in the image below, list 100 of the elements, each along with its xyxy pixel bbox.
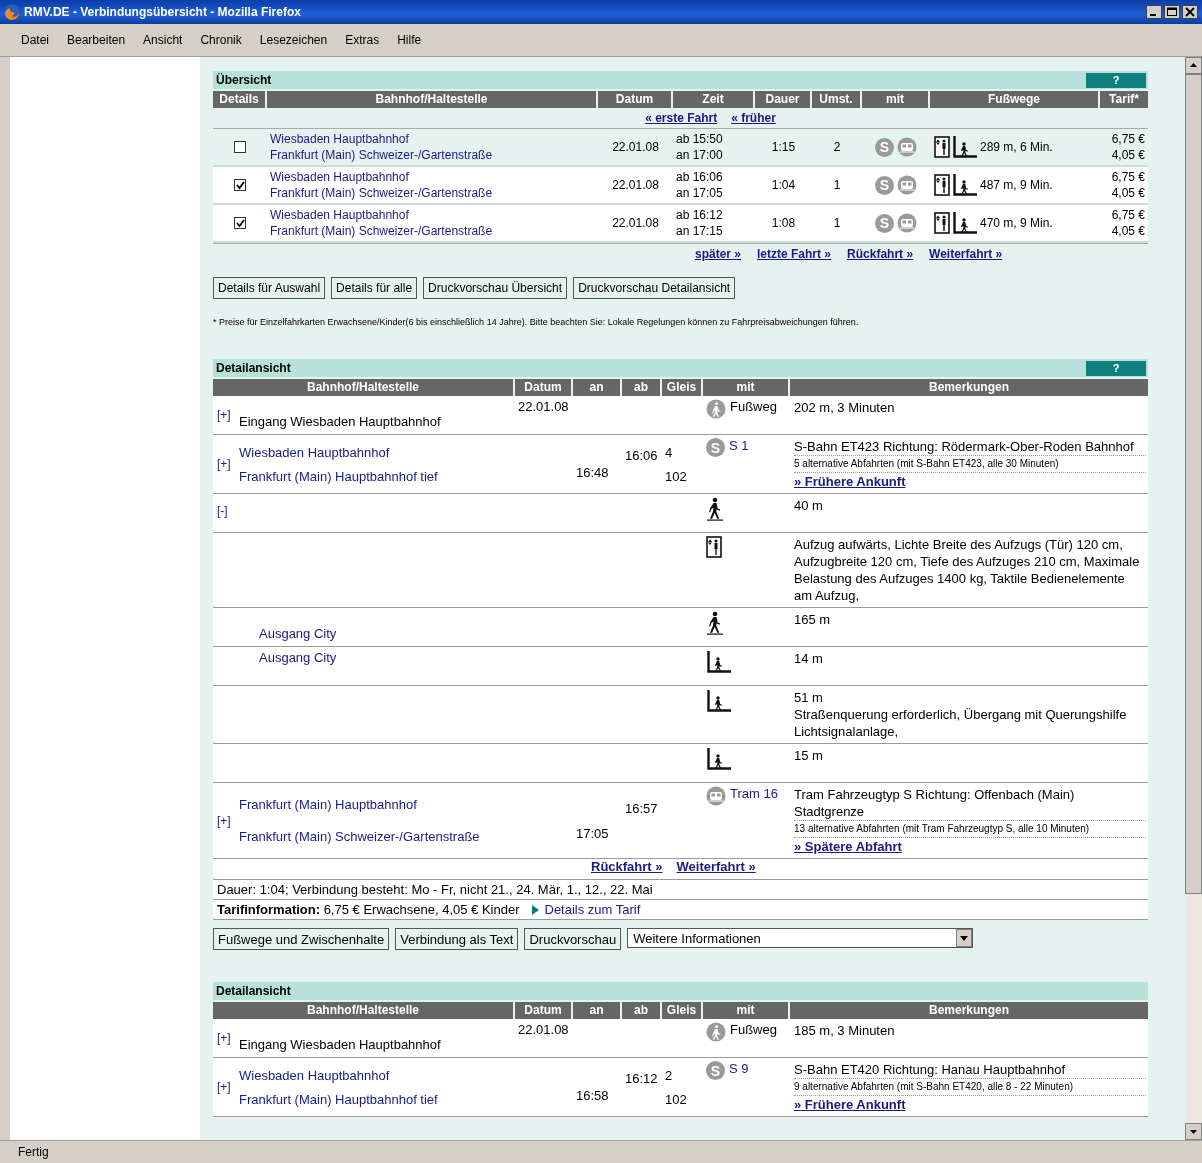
station-link[interactable]: Frankfurt (Main) Schweizer-/Gartenstraße [270, 224, 493, 238]
nav-link[interactable]: « erste Fahrt [645, 111, 718, 125]
remark-note: Straßenquerung erforderlich, Übergang mit Querungshilfe Lichtsignalanlage, [794, 706, 1128, 740]
minimize-icon[interactable] [1146, 5, 1162, 19]
station-link[interactable]: Frankfurt (Main) Schweizer-/Gartenstraße [239, 829, 480, 845]
info-dropdown[interactable]: Weitere Informationen [627, 928, 974, 948]
close-icon[interactable] [1182, 5, 1198, 19]
duration-info: Dauer: 1:04; Verbindung besteht: Mo - Fr, nicht 21., 24. Mär, 1., 12., 22. Mai [213, 880, 1148, 900]
line-link[interactable]: S 9 [729, 1061, 749, 1076]
menu-item[interactable]: Ansicht [134, 33, 192, 47]
station-link[interactable]: Ausgang City [259, 650, 515, 665]
column-header: ab [622, 1002, 662, 1019]
fare-price: 4,05 € [1111, 186, 1145, 200]
alternatives-note: 9 alternative Abfahrten (mit S-Bahn ET420, alle 8 - 22 Minuten) [794, 1078, 1146, 1096]
remark: 51 m [794, 689, 824, 706]
station-link[interactable]: Wiesbaden Hauptbahnhof [239, 444, 390, 460]
nav-link[interactable]: « früher [731, 111, 776, 125]
remark: Tram Fahrzeugtyp S Richtung: Offenbach (Main) Stadtgrenze [794, 786, 1076, 820]
earlier-later-link[interactable]: » Spätere Abfahrt [794, 838, 902, 855]
column-header: mit [703, 379, 790, 396]
station-link[interactable]: Wiesbaden Hauptbahnhof [270, 208, 409, 222]
arrival-time: 17:05 [576, 825, 609, 841]
arrival-time: 16:58 [576, 1087, 609, 1103]
action-button[interactable]: Fußwege und Zwischenhalte [213, 928, 390, 950]
departure-time: ab 16:12 [676, 208, 723, 222]
arrival-time: an 17:05 [676, 186, 723, 200]
action-button[interactable]: Details für Auswahl [213, 277, 326, 299]
station-link[interactable]: Frankfurt (Main) Hauptbahnhof tief [239, 1091, 438, 1107]
menu-item[interactable]: Bearbeiten [58, 33, 135, 47]
table-cell-text: 1 [832, 215, 842, 232]
column-header: Zeit [673, 91, 755, 108]
station-link[interactable]: Frankfurt (Main) Schweizer-/Gartenstraße [270, 148, 493, 162]
browser-logo-icon [4, 4, 20, 20]
help-button[interactable]: ? [1086, 72, 1146, 88]
fare-price: 6,75 € [1111, 132, 1145, 146]
s-bahn-icon: S [706, 1061, 725, 1080]
table-cell-text: 22.01.08 [611, 215, 660, 232]
scrollbar-thumb[interactable] [1185, 74, 1202, 894]
walk-distance: 289 m, 6 Min. [980, 140, 1053, 154]
nav-link[interactable]: Rückfahrt » [847, 247, 914, 261]
checkbox[interactable] [234, 141, 246, 153]
scroll-up-icon[interactable] [1185, 57, 1202, 74]
action-button[interactable]: Druckvorschau [524, 928, 622, 950]
fare-price: 4,05 € [1111, 148, 1145, 162]
nav-link[interactable]: Weiterfahrt » [929, 247, 1003, 261]
tariff-link[interactable]: Details zum Tarif [531, 902, 641, 917]
tram-icon [897, 175, 917, 195]
nav-link[interactable]: Rückfahrt » [591, 859, 663, 874]
station-link[interactable]: Frankfurt (Main) Schweizer-/Gartenstraße [270, 186, 493, 200]
help-button[interactable]: ? [1086, 360, 1146, 376]
menu-item[interactable]: Lesezeichen [250, 33, 337, 47]
menu-item[interactable]: Datei [12, 33, 58, 47]
maximize-icon[interactable] [1164, 5, 1180, 19]
mode-label: Fußweg [730, 1022, 777, 1037]
station-link[interactable]: Frankfurt (Main) Hauptbahnhof [239, 796, 417, 812]
column-header: Tarif* [1100, 91, 1148, 108]
track-number: 4 [665, 444, 673, 460]
menu-item[interactable]: Chronik [191, 33, 251, 47]
earlier-later-link[interactable]: » Frühere Ankunft [794, 1096, 906, 1113]
expand-toggle[interactable]: [+] [217, 813, 231, 828]
table-cell: 22.01.08 [518, 1022, 570, 1037]
expand-toggle[interactable]: [+] [217, 408, 231, 422]
footnote: * Preise für Einzelfahrkarten Erwachsene/Kinder(6 bis einschließlich 14 Jahre). Bitte beachten Sie: Lokale Regelungen können zu Fahrpreisabweichungen führen. [213, 317, 860, 329]
expand-toggle[interactable]: [+] [217, 457, 231, 471]
menu-item[interactable]: Hilfe [388, 33, 431, 47]
action-button[interactable]: Details für alle [331, 277, 418, 299]
column-header: Umst. [812, 91, 862, 108]
action-button[interactable]: Druckvorschau Übersicht [423, 277, 568, 299]
alternatives-note: 13 alternative Abfahrten (mit Tram Fahrzeugtyp S, alle 10 Minuten) [794, 820, 1146, 838]
line-link[interactable]: Tram 16 [730, 786, 778, 801]
remark: 15 m [794, 747, 824, 764]
station-link[interactable]: Wiesbaden Hauptbahnhof [270, 170, 409, 184]
nav-link[interactable]: später » [695, 247, 742, 261]
menu-item[interactable]: Extras [336, 33, 389, 47]
action-button[interactable]: Verbindung als Text [395, 928, 519, 950]
checkbox[interactable] [234, 217, 246, 229]
column-header: Bahnhof/Haltestelle [213, 379, 515, 396]
expand-toggle[interactable]: [-] [217, 504, 228, 518]
s-bahn-icon: S [875, 175, 894, 195]
scroll-down-icon[interactable] [1185, 1123, 1202, 1140]
column-header: Datum [598, 91, 673, 108]
section-title: Übersicht [216, 73, 272, 87]
track-number: 102 [665, 1091, 687, 1107]
station-link[interactable]: Wiesbaden Hauptbahnhof [239, 1067, 390, 1083]
action-button[interactable]: Druckvorschau Detailansicht [573, 277, 736, 299]
nav-link[interactable]: letzte Fahrt » [757, 247, 832, 261]
column-header: an [573, 1002, 622, 1019]
nav-link[interactable]: Weiterfahrt » [676, 859, 756, 874]
station-link[interactable]: Wiesbaden Hauptbahnhof [270, 132, 409, 146]
expand-toggle[interactable]: [+] [217, 1080, 231, 1094]
station-link[interactable]: Ausgang City [259, 626, 515, 641]
line-link[interactable]: S 1 [729, 438, 749, 453]
station-link[interactable]: Frankfurt (Main) Hauptbahnhof tief [239, 468, 438, 484]
checkbox[interactable] [234, 179, 246, 191]
earlier-later-link[interactable]: » Frühere Ankunft [794, 473, 906, 490]
column-header: ab [622, 379, 662, 396]
stairs-pedestrian-icon [706, 747, 732, 771]
stairs-pedestrian-icon [706, 689, 732, 713]
s-bahn-icon: S [706, 438, 725, 457]
expand-toggle[interactable]: [+] [217, 1031, 231, 1045]
